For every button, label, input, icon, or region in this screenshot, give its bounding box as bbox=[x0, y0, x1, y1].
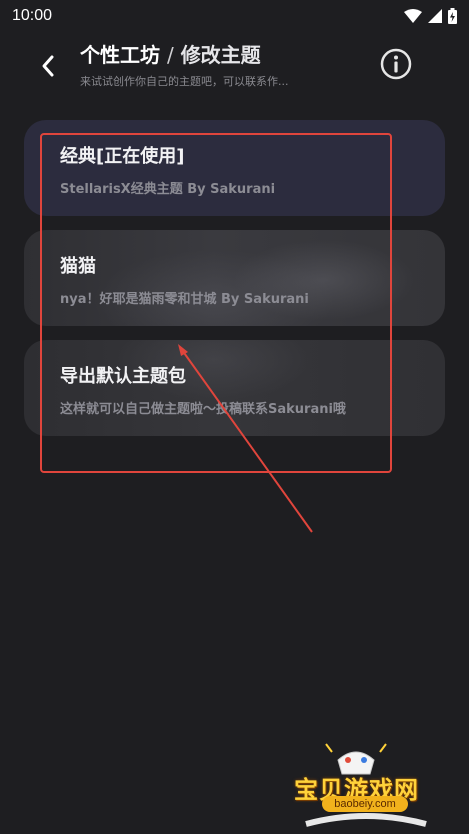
battery-charging-icon bbox=[448, 8, 457, 24]
title-main: 个性工坊 bbox=[80, 43, 160, 67]
status-bar: 10:00 bbox=[0, 0, 469, 32]
signal-icon bbox=[428, 9, 442, 23]
page-header: 个性工坊 / 修改主题 来试试创作你自己的主题吧，可以联系作... bbox=[0, 40, 469, 100]
page-title: 个性工坊 / 修改主题 bbox=[80, 42, 289, 68]
theme-title: 猫猫 bbox=[60, 256, 96, 277]
page-subtitle: 来试试创作你自己的主题吧，可以联系作... bbox=[80, 75, 289, 88]
theme-title: 导出默认主题包 bbox=[60, 366, 186, 387]
theme-title: 经典[正在使用] bbox=[60, 146, 185, 167]
theme-card-classic[interactable]: 经典[正在使用] StellarisX经典主题 By Sakurani bbox=[24, 120, 445, 216]
status-time: 10:00 bbox=[12, 7, 53, 24]
watermark-url: baobeiy.com bbox=[322, 796, 408, 812]
title-separator: / bbox=[166, 43, 174, 67]
back-button[interactable] bbox=[32, 50, 64, 82]
watermark-logo: 宝贝游戏网 baobeiy.com bbox=[286, 738, 446, 830]
info-icon bbox=[380, 48, 412, 80]
theme-list: 经典[正在使用] StellarisX经典主题 By Sakurani 猫猫 n… bbox=[24, 120, 445, 450]
theme-description: nya！好耶是猫雨零和甘城 By Sakurani bbox=[60, 292, 309, 307]
theme-card-cat[interactable]: 猫猫 nya！好耶是猫雨零和甘城 By Sakurani bbox=[24, 230, 445, 326]
back-arrow-icon bbox=[42, 55, 54, 77]
status-icons bbox=[404, 8, 457, 24]
title-block: 个性工坊 / 修改主题 来试试创作你自己的主题吧，可以联系作... bbox=[80, 42, 289, 89]
wifi-icon bbox=[404, 9, 422, 23]
theme-description: StellarisX经典主题 By Sakurani bbox=[60, 182, 276, 197]
export-default-theme-card[interactable]: 导出默认主题包 这样就可以自己做主题啦～投稿联系Sakurani哦 bbox=[24, 340, 445, 436]
theme-description: 这样就可以自己做主题啦～投稿联系Sakurani哦 bbox=[60, 402, 346, 417]
info-button[interactable] bbox=[378, 46, 414, 82]
title-sub: 修改主题 bbox=[180, 43, 261, 67]
